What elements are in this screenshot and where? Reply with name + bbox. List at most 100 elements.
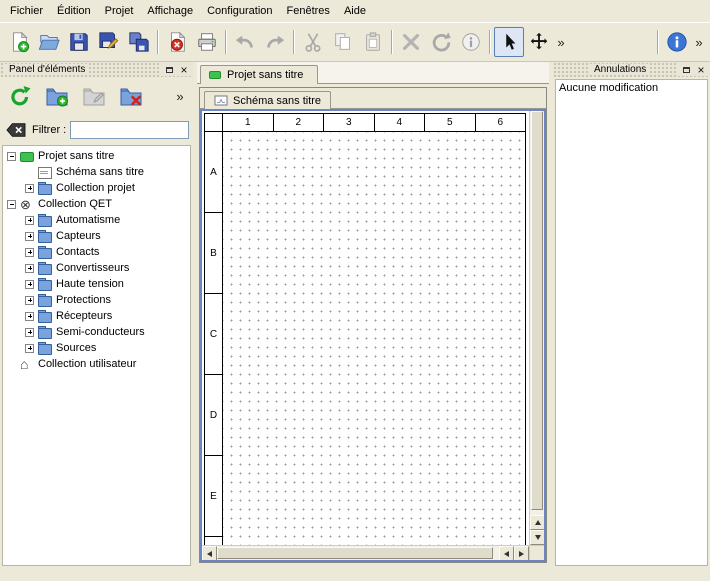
- column-ruler: 1 2 3 4 5 6: [205, 114, 525, 132]
- scroll-up-button[interactable]: [530, 515, 545, 530]
- menu-aide[interactable]: Aide: [337, 2, 373, 20]
- tree-expand-toggle[interactable]: [25, 296, 34, 305]
- elements-tree[interactable]: Projet sans titre Schéma sans titre Coll…: [2, 145, 191, 566]
- tree-expand-toggle[interactable]: [25, 264, 34, 273]
- float-dock-button[interactable]: [162, 63, 176, 76]
- elements-panel-dock: Panel d'éléments: [0, 62, 193, 568]
- tree-item-collection-projet[interactable]: Collection projet: [3, 180, 190, 196]
- tree-collapse-toggle[interactable]: [7, 152, 16, 161]
- close-file-button[interactable]: [162, 27, 192, 57]
- right-arrow-icon: [519, 551, 524, 557]
- tree-item-capteurs[interactable]: Capteurs: [3, 228, 190, 244]
- toolbar-overflow-button[interactable]: »: [554, 35, 568, 50]
- vertical-scroll-thumb[interactable]: [531, 111, 543, 510]
- folder-icon: [38, 214, 52, 227]
- tree-expand-toggle[interactable]: [25, 328, 34, 337]
- tree-item-recepteurs[interactable]: Récepteurs: [3, 308, 190, 324]
- tree-item-label: Collection QET: [38, 198, 112, 210]
- about-qet-button[interactable]: [662, 27, 692, 57]
- filter-input[interactable]: [70, 121, 189, 139]
- folder-icon: [38, 262, 52, 275]
- tree-item-projet-sans-titre[interactable]: Projet sans titre: [3, 148, 190, 164]
- dock-buttons: [160, 63, 191, 76]
- select-arrow-icon: [498, 31, 520, 53]
- close-dock-button[interactable]: [177, 63, 191, 76]
- horizontal-scroll-track[interactable]: [217, 546, 499, 560]
- scroll-left-button-2[interactable]: [499, 546, 514, 561]
- open-file-button[interactable]: [34, 27, 64, 57]
- panel-toolbar-overflow-button[interactable]: »: [173, 89, 187, 104]
- tab-schema-sans-titre[interactable]: Schéma sans titre: [204, 91, 331, 109]
- tree-expand-toggle[interactable]: [25, 232, 34, 241]
- clear-filter-button[interactable]: [4, 120, 28, 140]
- qet-collection-icon: [20, 198, 34, 211]
- rotate-icon: [430, 31, 452, 53]
- tree-collapse-toggle[interactable]: [7, 200, 16, 209]
- menu-projet[interactable]: Projet: [98, 2, 141, 20]
- folder-icon: [38, 246, 52, 259]
- undo-history-list[interactable]: Aucune modification: [555, 79, 708, 566]
- folder-icon: [38, 342, 52, 355]
- tree-item-automatisme[interactable]: Automatisme: [3, 212, 190, 228]
- menu-edition[interactable]: Édition: [50, 2, 98, 20]
- tree-item-haute-tension[interactable]: Haute tension: [3, 276, 190, 292]
- help-toolbar-overflow-button[interactable]: »: [692, 35, 706, 50]
- float-icon: [166, 67, 173, 73]
- horizontal-scroll-thumb[interactable]: [217, 547, 493, 559]
- tab-projet-sans-titre[interactable]: Projet sans titre: [200, 65, 318, 84]
- project-tabbar: Projet sans titre: [197, 62, 549, 84]
- tree-expand-toggle[interactable]: [25, 248, 34, 257]
- vertical-scrollbar[interactable]: [529, 111, 544, 545]
- schema-tabbar: Schéma sans titre: [200, 88, 546, 109]
- tree-expand-toggle[interactable]: [25, 344, 34, 353]
- print-button[interactable]: [192, 27, 222, 57]
- scroll-down-button[interactable]: [530, 530, 545, 545]
- new-category-button[interactable]: [43, 82, 71, 110]
- tree-expand-toggle[interactable]: [25, 280, 34, 289]
- menu-affichage[interactable]: Affichage: [140, 2, 200, 20]
- menu-fichier[interactable]: Fichier: [3, 2, 50, 20]
- tree-item-convertisseurs[interactable]: Convertisseurs: [3, 260, 190, 276]
- diagram-canvas[interactable]: [223, 132, 525, 562]
- save-all-button[interactable]: [124, 27, 154, 57]
- toolbar-separator: [489, 30, 491, 54]
- undo-history-dock: Annulations Aucune modification: [553, 62, 710, 568]
- select-mode-button[interactable]: [494, 27, 524, 57]
- paste-button: [358, 27, 388, 57]
- tree-item-collection-utilisateur[interactable]: Collection utilisateur: [3, 356, 190, 372]
- save-button[interactable]: [64, 27, 94, 57]
- redo-icon: [264, 31, 286, 53]
- menu-fenetres[interactable]: Fenêtres: [280, 2, 337, 20]
- scroll-right-button[interactable]: [514, 546, 529, 561]
- pan-mode-button[interactable]: [524, 27, 554, 57]
- close-dock-button[interactable]: [694, 63, 708, 76]
- move-icon: [528, 31, 550, 53]
- folder-icon: [38, 310, 52, 323]
- undo-dock-titlebar[interactable]: Annulations: [553, 62, 710, 77]
- scroll-left-button[interactable]: [202, 546, 217, 561]
- elements-panel-titlebar[interactable]: Panel d'éléments: [0, 62, 193, 77]
- tree-expand-toggle[interactable]: [25, 312, 34, 321]
- menu-configuration[interactable]: Configuration: [200, 2, 279, 20]
- column-label: 4: [375, 114, 426, 131]
- save-as-button[interactable]: [94, 27, 124, 57]
- new-file-button[interactable]: [4, 27, 34, 57]
- float-dock-button[interactable]: [679, 63, 693, 76]
- delete-category-button[interactable]: [117, 82, 145, 110]
- down-arrow-icon: [535, 535, 541, 540]
- tree-item-contacts[interactable]: Contacts: [3, 244, 190, 260]
- up-arrow-icon: [535, 520, 541, 525]
- reload-collections-button[interactable]: [6, 82, 34, 110]
- tree-item-semi-conducteurs[interactable]: Semi-conducteurs: [3, 324, 190, 340]
- toolbar-separator: [391, 30, 393, 54]
- vertical-scroll-track[interactable]: [530, 111, 544, 515]
- tree-item-collection-qet[interactable]: Collection QET: [3, 196, 190, 212]
- horizontal-scrollbar[interactable]: [202, 545, 529, 560]
- tree-expand-toggle[interactable]: [25, 216, 34, 225]
- tree-expand-toggle[interactable]: [25, 184, 34, 193]
- tree-item-schema-sans-titre[interactable]: Schéma sans titre: [3, 164, 190, 180]
- copy-button: [328, 27, 358, 57]
- paste-icon: [362, 31, 384, 53]
- tree-item-protections[interactable]: Protections: [3, 292, 190, 308]
- tree-item-sources[interactable]: Sources: [3, 340, 190, 356]
